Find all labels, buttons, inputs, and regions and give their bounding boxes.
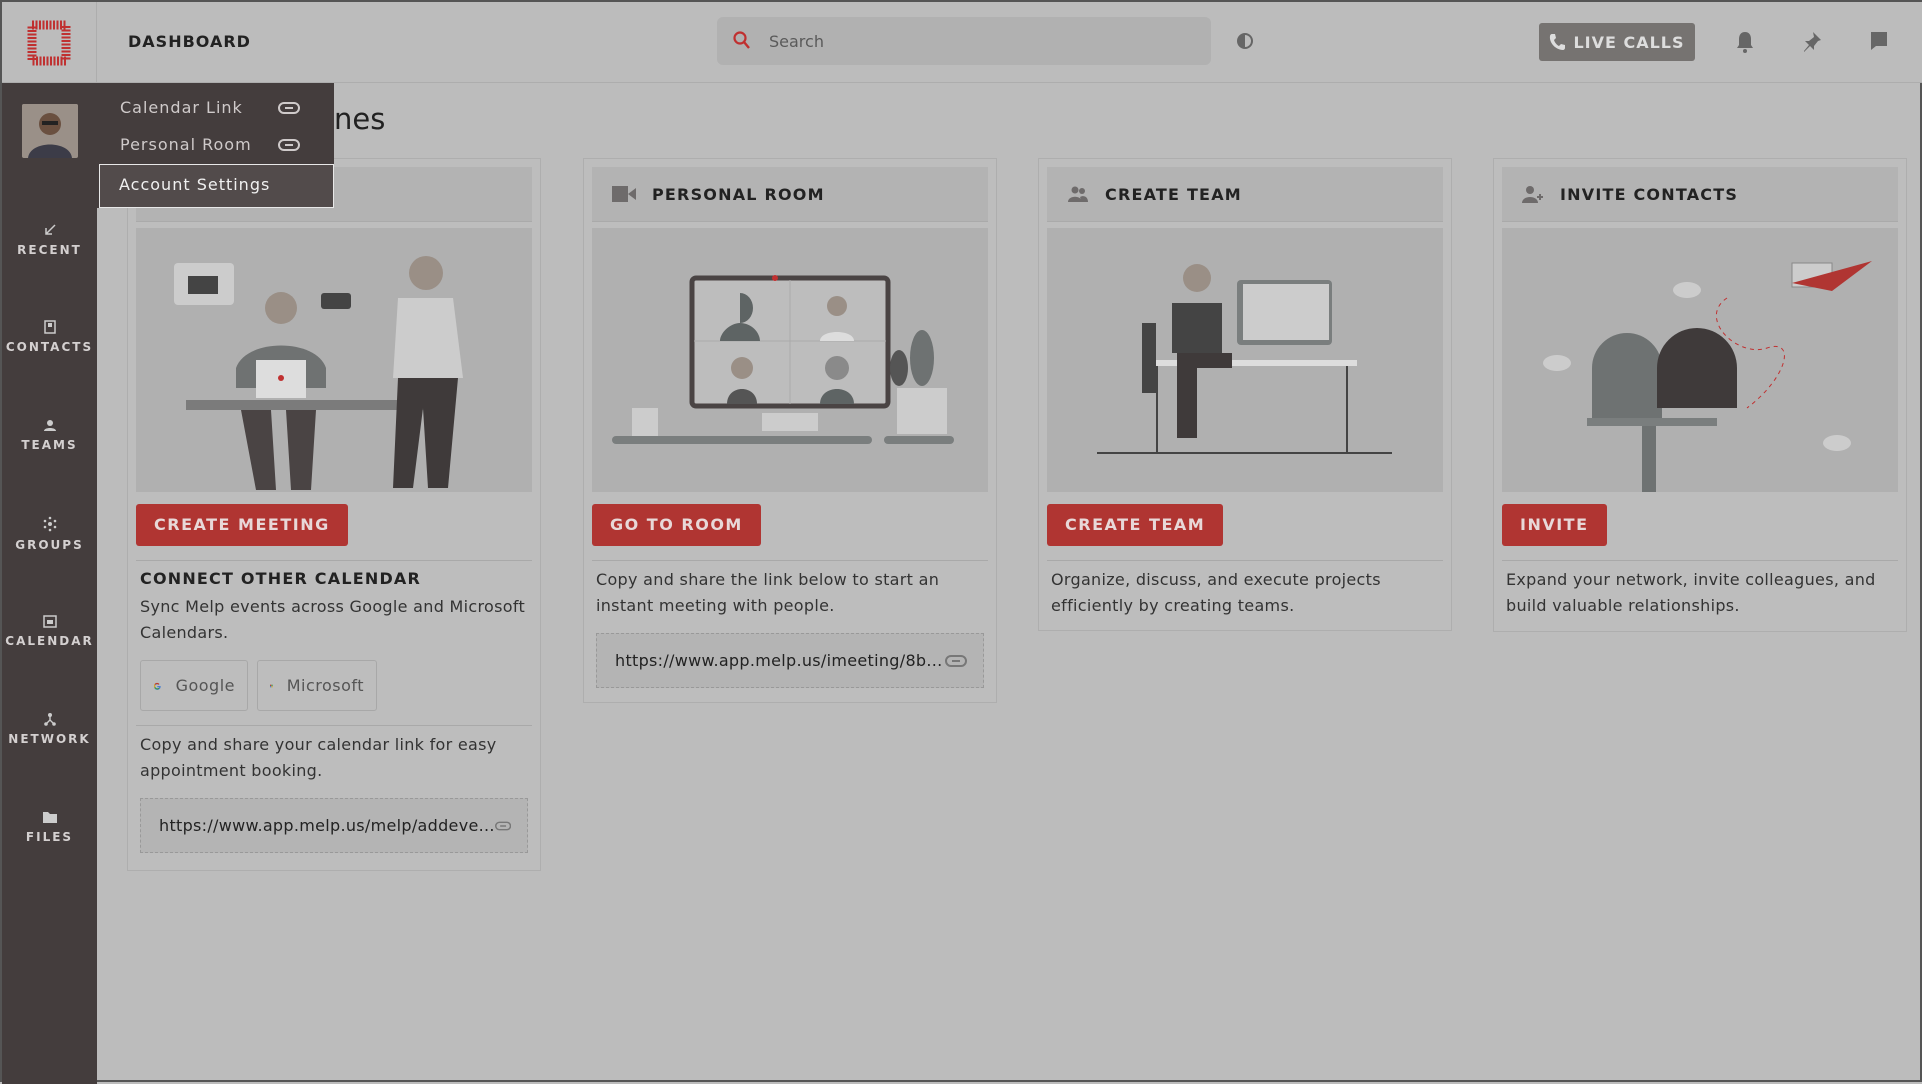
microsoft-icon (270, 684, 273, 687)
invite-contacts-illustration (1502, 228, 1898, 492)
divider (136, 560, 532, 561)
groups-icon (43, 516, 56, 532)
room-link-box[interactable]: https://www.app.melp.us/imeeting/8b... (596, 633, 984, 688)
divider (136, 725, 532, 726)
search-bar[interactable] (717, 17, 1211, 65)
calendar-link-box[interactable]: https://www.app.melp.us/melp/addeve... (140, 798, 528, 853)
meeting-illustration (136, 228, 532, 492)
sidebar-item-teams[interactable]: TEAMS (2, 418, 97, 452)
connect-calendar-heading: CONNECT OTHER CALENDAR (140, 569, 422, 588)
page-header-title: DASHBOARD (128, 32, 251, 51)
calendar-icon (42, 615, 57, 628)
link-icon[interactable] (945, 654, 967, 667)
sidebar-item-calendar[interactable]: CALENDAR (2, 614, 97, 648)
sidebar-item-groups[interactable]: GROUPS (2, 516, 97, 552)
folder-icon (42, 812, 57, 823)
team-icon (1068, 186, 1088, 202)
sidebar-item-network[interactable]: NETWORK (2, 712, 97, 746)
google-icon (153, 682, 161, 690)
phone-icon (1550, 34, 1566, 50)
sidebar-item-contacts[interactable]: CONTACTS (2, 320, 97, 354)
meeting-card: CREATE MEETING CONNECT OTHER CALENDAR Sy… (127, 158, 541, 871)
network-icon (43, 713, 56, 726)
sidebar-item-files[interactable]: FILES (2, 810, 97, 844)
bell-icon[interactable] (1735, 30, 1755, 54)
avatar[interactable] (22, 104, 78, 158)
card-header: CREATE TEAM (1047, 167, 1443, 222)
link-icon[interactable] (494, 820, 511, 832)
invite-contacts-card: INVITE CONTACTS INVITE Expand your netwo… (1493, 158, 1907, 632)
personal-room-text: Copy and share the link below to start a… (596, 570, 940, 615)
divider (1047, 560, 1443, 561)
create-team-card: CREATE TEAM CREATE TEAM Organize, discus… (1038, 158, 1452, 631)
search-icon (733, 31, 750, 49)
calendar-sync-text: Sync Melp events across Google and Micro… (140, 597, 526, 642)
divider (1502, 560, 1898, 561)
sidebar-item-recent[interactable]: RECENT (2, 223, 97, 257)
video-camera-icon (612, 186, 636, 202)
personal-room-illustration (592, 228, 988, 492)
card-header: PERSONAL ROOM (592, 167, 988, 222)
microsoft-calendar-button[interactable]: Microsoft (257, 660, 377, 711)
recent-arrow-icon (44, 224, 56, 235)
calendar-link-text: Copy and share your calendar link for ea… (140, 735, 497, 780)
go-to-room-button[interactable]: GO TO ROOM (592, 504, 761, 546)
page-title: nes (334, 102, 386, 136)
room-link-url: https://www.app.melp.us/imeeting/8b... (615, 651, 943, 670)
top-header: DASHBOARD LIVE CALLS (2, 2, 1922, 83)
divider (592, 560, 988, 561)
create-team-illustration (1047, 228, 1443, 492)
link-icon[interactable] (278, 102, 300, 114)
link-icon[interactable] (278, 139, 300, 151)
personal-room-card: PERSONAL ROOM GO TO ROOM Copy and share … (583, 158, 997, 703)
menu-item-personal-room[interactable]: Personal Room (120, 135, 252, 154)
live-calls-label: LIVE CALLS (1573, 32, 1685, 52)
google-calendar-button[interactable]: Google (140, 660, 248, 711)
menu-item-calendar-link[interactable]: Calendar Link (120, 98, 243, 117)
invite-contacts-text: Expand your network, invite colleagues, … (1506, 570, 1876, 615)
app-logo[interactable] (2, 2, 97, 83)
contacts-icon (43, 320, 56, 334)
create-team-button[interactable]: CREATE TEAM (1047, 504, 1224, 546)
create-team-text: Organize, discuss, and execute projects … (1051, 570, 1381, 615)
chat-icon[interactable] (1869, 30, 1889, 52)
search-input[interactable] (769, 31, 1169, 51)
teams-icon (43, 420, 56, 431)
calendar-link-url: https://www.app.melp.us/melp/addeve... (159, 816, 495, 835)
theme-icon[interactable] (1234, 30, 1256, 52)
card-header: INVITE CONTACTS (1502, 167, 1898, 222)
pin-icon[interactable] (1801, 30, 1823, 54)
create-meeting-button[interactable]: CREATE MEETING (136, 504, 348, 546)
menu-item-account-settings[interactable]: Account Settings (99, 164, 334, 208)
add-user-icon (1522, 186, 1543, 203)
live-calls-button[interactable]: LIVE CALLS (1539, 23, 1695, 61)
invite-button[interactable]: INVITE (1502, 504, 1607, 546)
